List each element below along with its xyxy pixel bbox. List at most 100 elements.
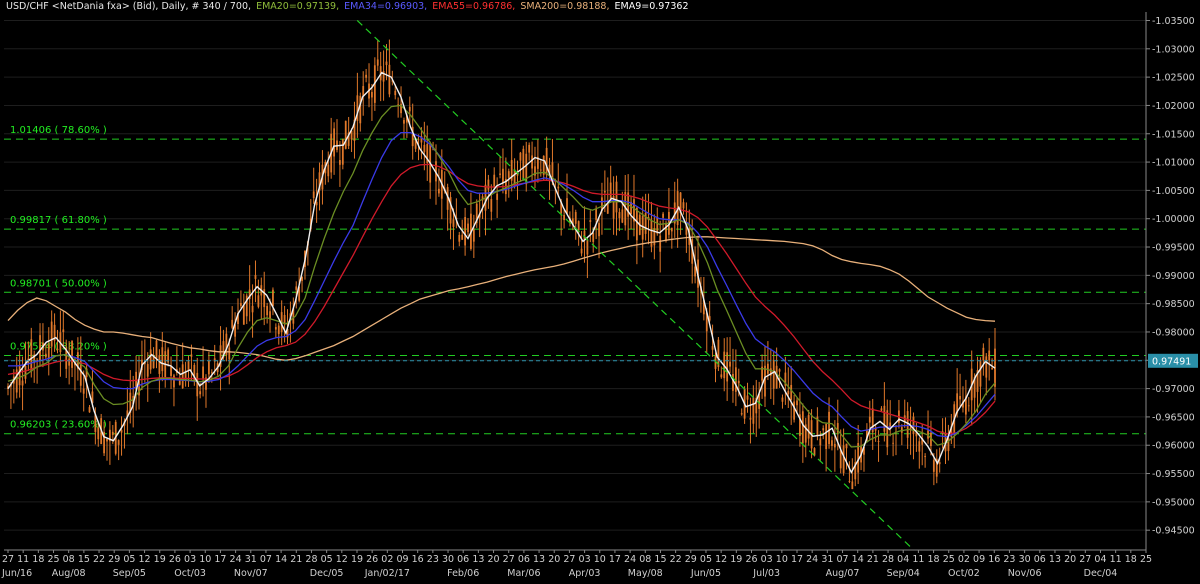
candle-body [938, 462, 941, 465]
y-tick-label: -0.96000 [1152, 441, 1195, 452]
candle-body [295, 286, 298, 290]
x-tick-label: 21 [867, 554, 879, 565]
candle-body [240, 302, 242, 306]
x-tick-label: 07 [260, 554, 272, 565]
x-tick-label: 21 [290, 554, 302, 565]
x-tick-label: 30 [1019, 554, 1031, 565]
candle-body [149, 349, 152, 370]
x-month-label: Mar/06 [507, 568, 540, 579]
candle-body [161, 347, 164, 372]
x-tick-label: 06 [1034, 554, 1046, 565]
y-tick-label: -0.99500 [1152, 243, 1195, 254]
candle-body [959, 395, 961, 400]
candle-body [851, 481, 854, 490]
y-tick-label: -1.03000 [1152, 44, 1195, 55]
candle-body [88, 407, 91, 413]
candle-body [487, 179, 490, 190]
x-tick-label: 12 [139, 554, 151, 565]
candle-body [621, 209, 624, 223]
y-tick-label: -1.00000 [1152, 214, 1195, 225]
x-month-label: Dec/04 [1084, 568, 1118, 579]
x-tick-label: 26 [169, 554, 181, 565]
fib-level-label: 0.96203 ( 23.60% ) [10, 420, 107, 431]
x-tick-label: 25 [943, 554, 955, 565]
candle-body [257, 295, 260, 307]
candle-body [190, 354, 193, 357]
x-tick-label: 20 [1064, 554, 1076, 565]
x-month-label: Jul/03 [752, 568, 780, 579]
y-tick-label: -0.96500 [1152, 412, 1195, 423]
candle-body [173, 375, 175, 388]
candle-body [982, 347, 985, 361]
x-month-label: Nov/06 [1008, 568, 1042, 579]
x-tick-label: 03 [579, 554, 591, 565]
candle-body [344, 120, 347, 149]
candle-body [187, 361, 190, 371]
candle-body [603, 190, 606, 193]
series-line-ema9 [7, 71, 996, 474]
candle-body [528, 144, 531, 153]
x-month-label: Sep/04 [887, 568, 920, 579]
candle-body [819, 438, 822, 446]
x-tick-label: 13 [1049, 554, 1061, 565]
candle-body [502, 168, 504, 183]
candle-body [563, 215, 565, 221]
candle-body [967, 405, 970, 407]
candle-body [464, 217, 467, 246]
candle-body [417, 139, 420, 141]
candle-body [793, 401, 796, 420]
y-tick-label: -0.98500 [1152, 299, 1195, 310]
candle-body [522, 148, 525, 181]
candle-body [490, 199, 493, 212]
y-tick-label: -0.95000 [1152, 497, 1195, 508]
candle-body [461, 234, 464, 240]
candle-body [170, 366, 172, 376]
candle-body [155, 340, 158, 359]
x-month-label: Feb/06 [447, 568, 479, 579]
x-tick-label: 15 [78, 554, 90, 565]
candle-body [924, 456, 927, 458]
candle-body [598, 223, 600, 237]
candle-body [545, 147, 548, 176]
candle-body [749, 417, 752, 420]
candle-body [266, 306, 269, 316]
x-tick-label: 09 [396, 554, 408, 565]
x-tick-label: 22 [93, 554, 105, 565]
candle-body [822, 428, 825, 431]
x-month-label: Jun/05 [690, 568, 721, 579]
x-tick-label: 13 [472, 554, 484, 565]
candle-body [327, 164, 330, 177]
candle-body [228, 347, 231, 360]
x-month-label: Jan/02/17 [364, 568, 410, 579]
candle-body [746, 395, 749, 400]
x-tick-label: 14 [275, 554, 287, 565]
y-tick-label: -1.02000 [1152, 101, 1195, 112]
candle-body [106, 438, 108, 442]
x-tick-label: 30 [442, 554, 454, 565]
candle-body [764, 365, 766, 397]
candle-body [737, 380, 740, 384]
candle-body [577, 221, 580, 231]
candle-body [68, 358, 71, 366]
x-tick-label: 28 [305, 554, 317, 565]
x-tick-label: 11 [17, 554, 29, 565]
candle-body [181, 364, 184, 389]
price-chart[interactable]: 1.01406 ( 78.60% ) 0.99817 ( 61.80% ) 0.98… [0, 0, 1200, 584]
candle-body [403, 120, 405, 124]
candle-body [362, 86, 365, 97]
candle-body [906, 411, 909, 438]
x-tick-label: 19 [154, 554, 166, 565]
x-month-label: Apr/03 [569, 568, 601, 579]
candle-body [30, 339, 33, 372]
candle-body [659, 235, 662, 252]
x-tick-label: 12 [715, 554, 727, 565]
candle-body [496, 193, 499, 200]
candle-body [339, 160, 341, 165]
candle-body [408, 106, 411, 112]
candle-body [825, 423, 828, 449]
candle-body [877, 441, 880, 442]
candle-body [499, 173, 501, 175]
x-tick-label: 02 [381, 554, 393, 565]
x-tick-label: 12 [336, 554, 348, 565]
candle-body [242, 305, 245, 325]
